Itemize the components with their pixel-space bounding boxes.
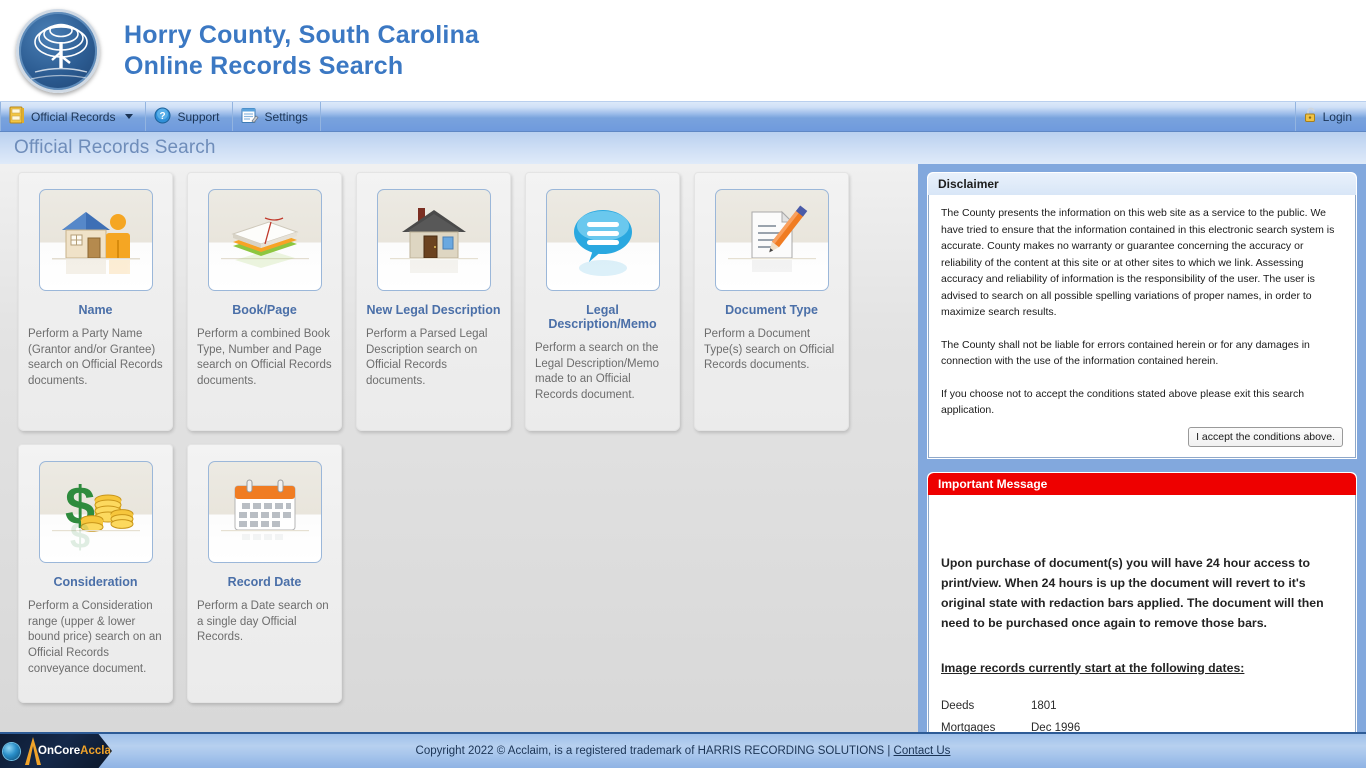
oak-tree-seal-icon	[16, 8, 100, 93]
chevron-down-icon	[125, 114, 134, 119]
disclaimer-heading: Disclaimer	[928, 173, 1356, 195]
page-title-bar: Official Records Search	[0, 132, 1366, 164]
svg-text:$: $	[69, 515, 89, 552]
dates-label-deeds: Deeds	[941, 699, 975, 712]
padlock-open-icon	[1304, 107, 1318, 126]
search-card-consideration-desc: Perform a Consideration range (upper & l…	[28, 600, 162, 675]
image-records-dates-heading: Image records currently start at the fol…	[941, 660, 1245, 675]
speech-bubble-icon	[545, 189, 660, 291]
acclaim-a-icon	[25, 737, 41, 765]
calendar-icon	[207, 461, 322, 563]
info-sidebar: Disclaimer The County presents the infor…	[918, 164, 1366, 755]
svg-text:?: ?	[160, 111, 166, 122]
search-card-name-title[interactable]: Name	[28, 303, 163, 317]
disclaimer-paragraph-1: The County presents the information on t…	[941, 207, 1335, 318]
nav-item-settings[interactable]: Settings	[233, 102, 321, 131]
stack-of-books-icon	[207, 189, 322, 291]
search-card-consideration-title[interactable]: Consideration	[28, 575, 163, 589]
nav-item-official-records-label: Official Records	[31, 109, 116, 124]
contact-us-link[interactable]: Contact Us	[894, 745, 951, 757]
search-card-name-desc: Perform a Party Name (Grantor and/or Gra…	[28, 328, 163, 388]
search-card-name[interactable]: Name Perform a Party Name (Grantor and/o…	[18, 172, 173, 431]
nav-spacer	[321, 102, 1296, 131]
page-heading: Official Records Search	[14, 137, 216, 158]
settings-form-icon	[241, 107, 259, 127]
search-card-legal-description-memo-title[interactable]: Legal Description/Memo	[535, 303, 670, 331]
search-card-new-legal-description-title[interactable]: New Legal Description	[366, 303, 501, 317]
search-card-document-type-title[interactable]: Document Type	[704, 303, 839, 317]
main-content: Name Perform a Party Name (Grantor and/o…	[0, 164, 1366, 755]
important-message-body: Upon purchase of document(s) you will ha…	[928, 494, 1356, 754]
login-button[interactable]: Login	[1296, 102, 1366, 131]
accept-row: I accept the conditions above.	[941, 425, 1343, 447]
accept-conditions-button[interactable]: I accept the conditions above.	[1188, 426, 1343, 447]
document-pencil-icon	[714, 189, 829, 291]
important-message-text: Upon purchase of document(s) you will ha…	[941, 555, 1324, 630]
page-title: Horry County, South Carolina Online Reco…	[124, 20, 479, 82]
footer-copyright: Copyright 2022 © Acclaim, is a registere…	[0, 745, 1366, 757]
search-card-consideration[interactable]: $ $ Consideration Perform a Consideratio…	[18, 444, 173, 703]
globe-icon	[3, 743, 20, 760]
nav-item-support-label: Support	[177, 109, 220, 124]
house-with-person-icon	[38, 189, 153, 291]
disclaimer-paragraph-2: The County shall not be liable for error…	[941, 338, 1310, 368]
nav-item-settings-label: Settings	[264, 109, 308, 124]
site-header: Horry County, South Carolina Online Reco…	[0, 0, 1366, 101]
search-card-document-type[interactable]: Document Type Perform a Document Type(s)…	[694, 172, 849, 431]
search-card-book-page-desc: Perform a combined Book Type, Number and…	[197, 328, 332, 388]
important-message-heading: Important Message	[928, 472, 1356, 495]
footer-brand-oncore: OnCore	[38, 745, 81, 757]
site-title-line1: Horry County, South Carolina	[124, 20, 480, 49]
search-card-record-date-desc: Perform a Date search on a single day Of…	[197, 600, 329, 644]
help-question-icon: ?	[154, 107, 171, 127]
search-card-legal-description-memo[interactable]: Legal Description/Memo Perform a search …	[525, 172, 680, 431]
footer-brand: OnCoreAcclaim	[38, 734, 112, 768]
search-card-record-date-title[interactable]: Record Date	[197, 575, 332, 589]
search-options-pane: Name Perform a Party Name (Grantor and/o…	[0, 164, 918, 732]
search-card-new-legal-description[interactable]: New Legal Description Perform a Parsed L…	[356, 172, 511, 431]
house-icon	[376, 189, 491, 291]
dates-value-deeds: 1801	[1031, 699, 1057, 712]
nav-item-support[interactable]: ? Support	[146, 102, 233, 131]
nav-item-official-records[interactable]: Official Records	[0, 102, 147, 131]
search-card-new-legal-description-desc: Perform a Parsed Legal Description searc…	[366, 328, 488, 388]
dollar-coins-icon: $ $	[38, 461, 153, 563]
search-card-document-type-desc: Perform a Document Type(s) search on Off…	[704, 328, 835, 372]
main-navigation: Official Records ? Support Settings Logi…	[0, 101, 1366, 132]
disclaimer-panel: Disclaimer The County presents the infor…	[927, 172, 1357, 459]
disclaimer-body: The County presents the information on t…	[928, 195, 1356, 458]
site-title-line2: Online Records Search	[124, 51, 404, 80]
search-card-book-page-title[interactable]: Book/Page	[197, 303, 332, 317]
oncore-acclaim-logo: OnCoreAcclaim	[0, 734, 112, 768]
search-card-record-date[interactable]: Record Date Perform a Date search on a s…	[187, 444, 342, 703]
important-message-panel: Important Message Upon purchase of docum…	[927, 471, 1357, 755]
disclaimer-paragraph-3: If you choose not to accept the conditio…	[941, 387, 1305, 417]
records-book-icon	[9, 106, 25, 127]
search-card-book-page[interactable]: Book/Page Perform a combined Book Type, …	[187, 172, 342, 431]
search-card-grid: Name Perform a Party Name (Grantor and/o…	[18, 172, 902, 703]
footer-copyright-text: Copyright 2022 © Acclaim, is a registere…	[415, 745, 894, 757]
login-label: Login	[1322, 109, 1352, 124]
site-footer: OnCoreAcclaim Copyright 2022 © Acclaim, …	[0, 732, 1366, 768]
table-row: Deeds 1801	[941, 697, 1080, 719]
search-card-legal-description-memo-desc: Perform a search on the Legal Descriptio…	[535, 342, 660, 402]
